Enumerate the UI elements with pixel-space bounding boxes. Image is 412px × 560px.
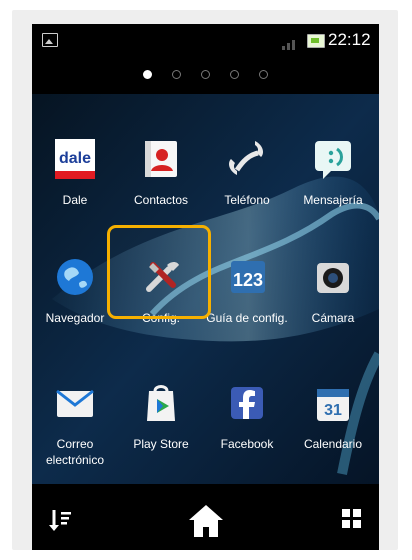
page-dot [230,70,239,79]
screenshot-frame: 22:12 dale Dale Contactos Teléfono Mensa… [0,0,412,560]
gallery-notification-icon [42,33,58,47]
camera-icon [311,255,355,299]
app-play-store[interactable]: Play Store [118,381,204,476]
calendar-day: 31 [324,402,342,419]
config-highlight-box [107,225,211,319]
dale-icon: dale [53,137,97,181]
app-calendar[interactable]: 31 Calendario [290,381,376,476]
page-dot [143,70,152,79]
home-icon[interactable] [187,502,225,540]
app-label: Mensajería [303,193,363,207]
signal-icon [282,38,302,50]
facebook-icon [225,381,269,425]
sort-icon[interactable] [48,508,72,534]
app-camera[interactable]: Cámara [290,255,376,350]
setup-guide-icon: 123 [225,255,269,299]
page-dot [172,70,181,79]
page-dot [201,70,210,79]
phone-icon [225,137,269,181]
app-facebook[interactable]: Facebook [204,381,290,476]
app-label: Facebook [220,437,274,451]
play-store-icon [139,381,183,425]
app-label: Correo electrónico [45,437,105,467]
app-label: Dale [62,193,88,207]
dock [32,496,379,550]
app-drawer-icon[interactable] [342,509,362,529]
app-email[interactable]: Correo electrónico [32,381,118,476]
app-label: Teléfono [224,193,270,207]
app-dale[interactable]: dale Dale [32,137,118,232]
app-messaging[interactable]: Mensajería [290,137,376,232]
app-label: Calendario [303,437,363,451]
contacts-icon [139,137,183,181]
app-browser[interactable]: Navegador [32,255,118,350]
app-label: Contactos [133,193,189,207]
calendar-icon: 31 [311,381,355,425]
page-indicator [32,62,379,86]
page-dot [259,70,268,79]
app-label: Cámara [311,311,355,325]
setup-guide-text: 123 [233,270,263,290]
app-contacts[interactable]: Contactos [118,137,204,232]
app-label: Navegador [45,311,105,325]
app-phone[interactable]: Teléfono [204,137,290,232]
mail-icon [53,381,97,425]
battery-icon [307,34,325,48]
app-label: Guía de config. [206,311,288,325]
globe-icon [53,255,97,299]
dale-logo-text: dale [59,150,91,167]
message-icon [311,137,355,181]
status-bar: 22:12 [32,24,379,56]
app-setup-guide[interactable]: 123 Guía de config. [204,255,290,350]
phone-screen: 22:12 dale Dale Contactos Teléfono Mensa… [32,24,379,550]
app-label: Play Store [133,437,189,451]
clock: 22:12 [328,30,371,49]
